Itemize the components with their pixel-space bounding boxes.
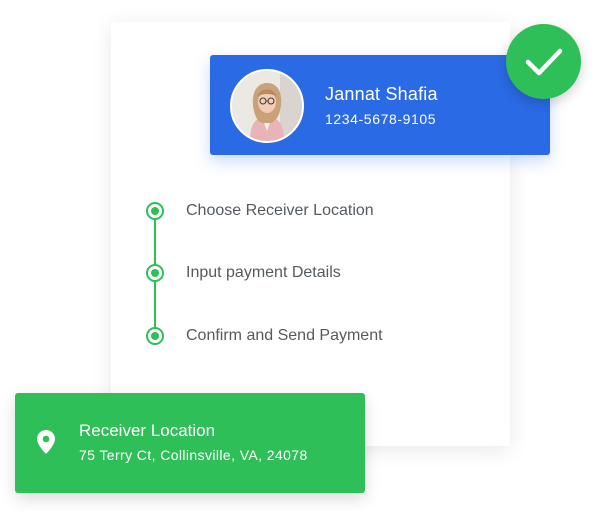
receiver-phone: 1234-5678-9105	[325, 111, 437, 127]
step-1-label: Choose Receiver Location	[186, 202, 374, 219]
receiver-name: Jannat Shafia	[325, 84, 438, 104]
avatar-photo-icon	[232, 71, 302, 141]
receiver-profile-card: Jannat Shafia 1234-5678-9105	[210, 55, 550, 155]
location-address: 75 Terry Ct, Collinsville, VA, 24078	[79, 447, 308, 463]
location-title: Receiver Location	[79, 421, 216, 440]
receiver-location-card: Receiver Location 75 Terry Ct, Collinsvi…	[15, 393, 365, 493]
check-icon	[525, 48, 563, 76]
transfer-illustration: Jannat Shafia 1234-5678-9105 Choose Rece…	[0, 0, 596, 512]
step-2-label: Input payment Details	[186, 264, 341, 281]
map-pin-icon	[37, 430, 55, 454]
success-badge	[506, 24, 581, 99]
step-3-label: Confirm and Send Payment	[186, 327, 383, 344]
step-1-dot-icon	[146, 202, 164, 220]
user-avatar	[230, 69, 304, 143]
step-2-dot-icon	[146, 264, 164, 282]
step-3-dot-icon	[146, 327, 164, 345]
